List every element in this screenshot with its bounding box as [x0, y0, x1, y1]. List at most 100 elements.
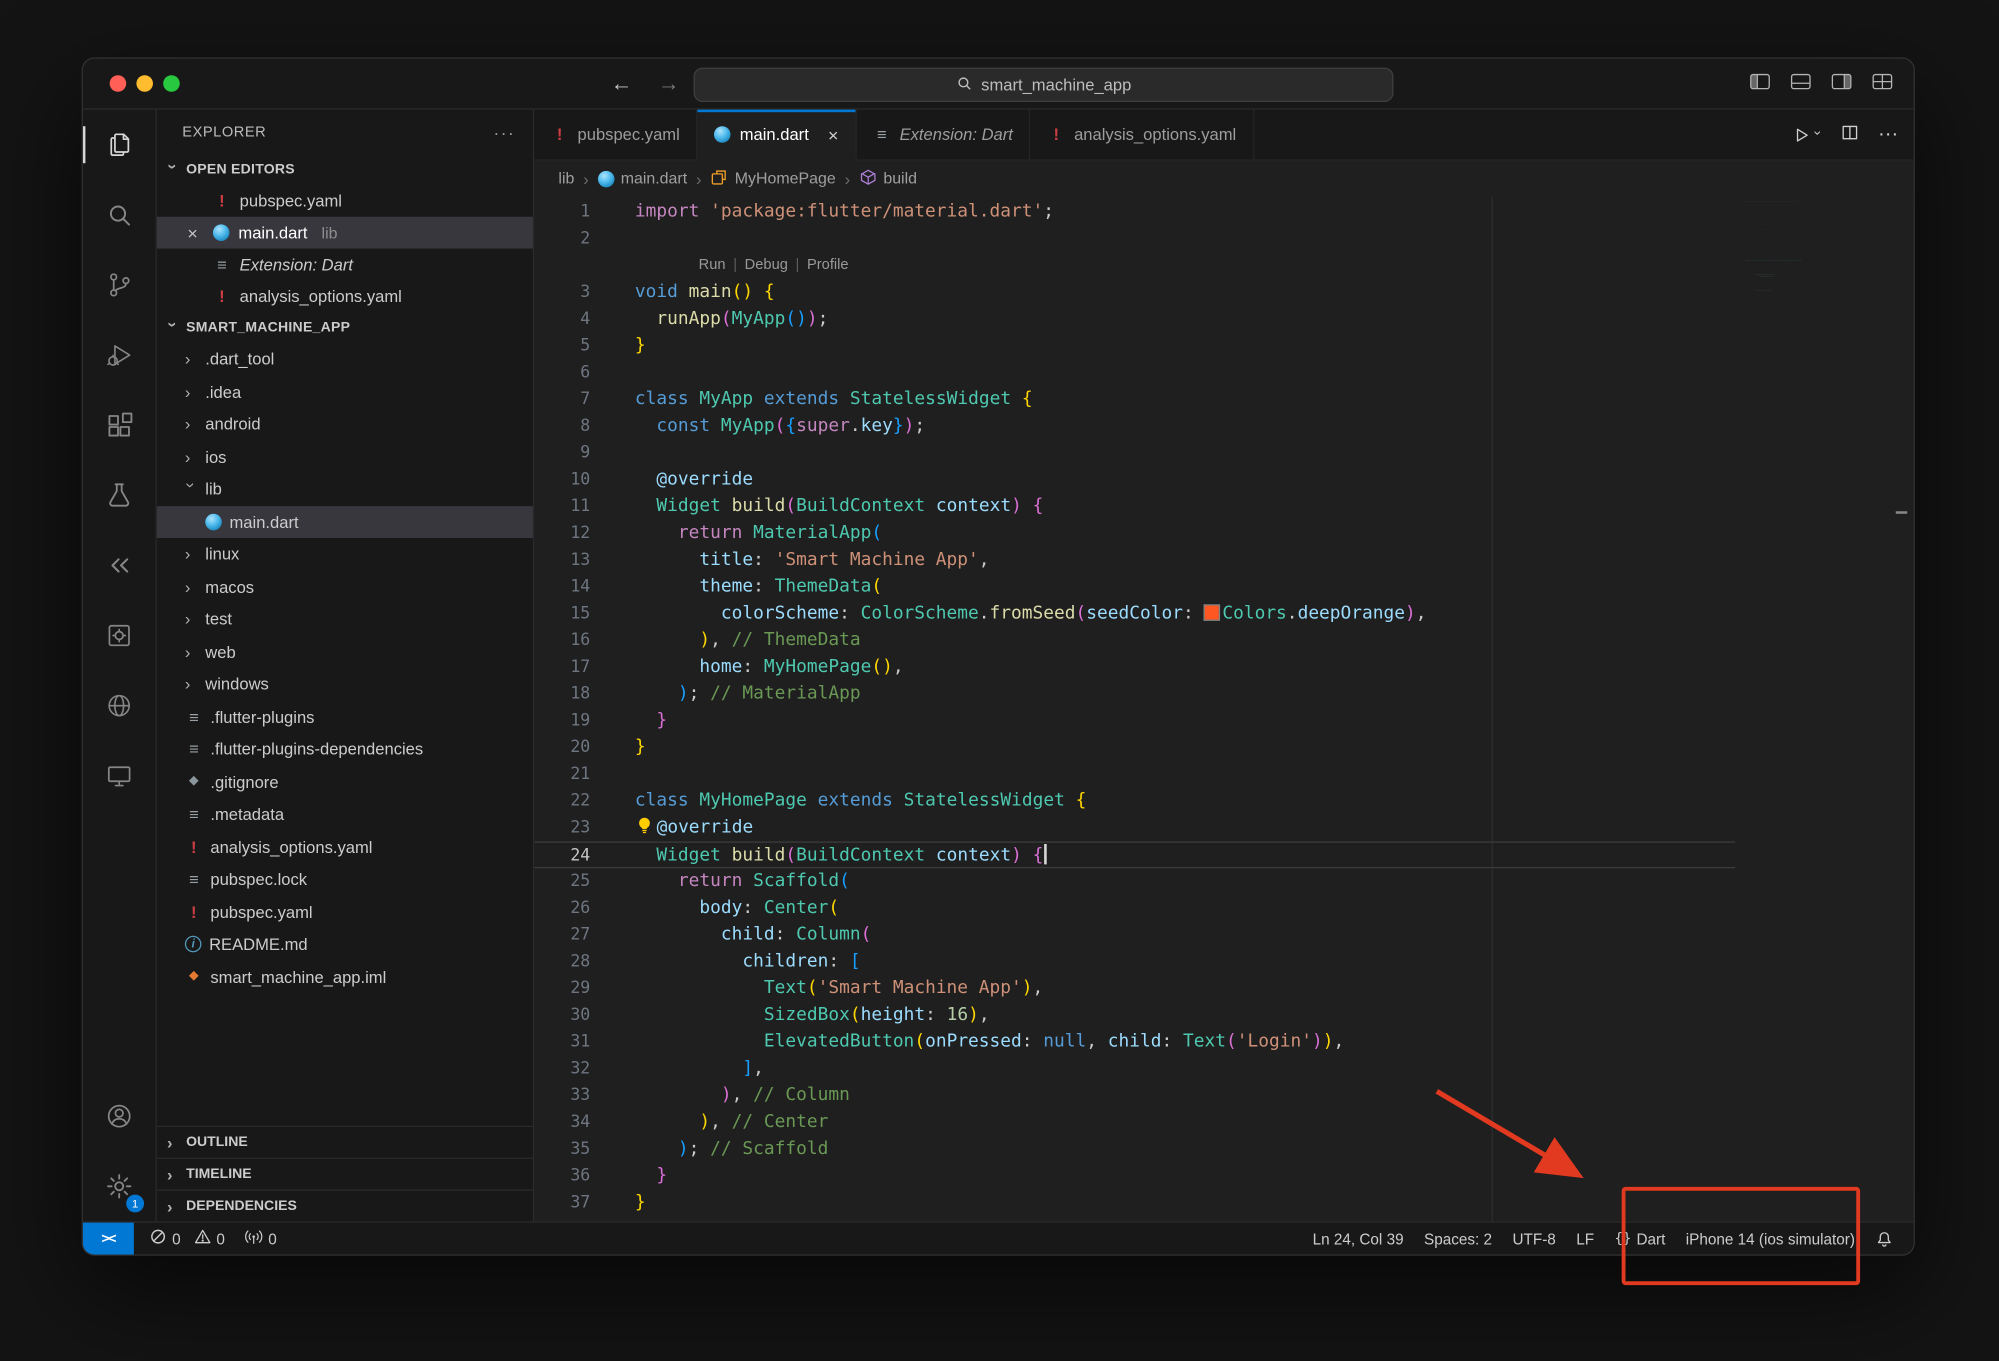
activity-explorer-icon[interactable]	[83, 110, 156, 180]
tree-item-ios[interactable]: ›ios	[157, 440, 533, 473]
notifications-bell-icon[interactable]	[1865, 1223, 1903, 1255]
activity-remote-explorer-icon[interactable]	[83, 741, 156, 811]
code-line[interactable]: 31 ElevatedButton(onPressed: null, child…	[534, 1029, 1913, 1056]
line-number[interactable]: 18	[534, 681, 590, 708]
activity-testing-icon[interactable]	[83, 460, 156, 530]
line-number[interactable]: 28	[534, 949, 590, 976]
code-line[interactable]: 7class MyApp extends StatelessWidget {	[534, 386, 1913, 413]
activity-live-server-icon[interactable]	[83, 671, 156, 741]
line-number[interactable]: 19	[534, 708, 590, 735]
codelens-run-link[interactable]: Run	[699, 252, 726, 279]
tab-extension-dart[interactable]: ≡Extension: Dart	[856, 110, 1031, 160]
toggle-secondary-sidebar-icon[interactable]	[1831, 72, 1853, 96]
line-number[interactable]: 27	[534, 922, 590, 949]
breadcrumb-item-main-dart[interactable]: main.dart	[598, 170, 687, 188]
code-line[interactable]: 10 @override	[534, 467, 1913, 494]
code-line[interactable]: 24 Widget build(BuildContext context) {	[534, 841, 1735, 868]
code-line[interactable]: 37}	[534, 1189, 1913, 1216]
status-encoding[interactable]: UTF-8	[1502, 1223, 1566, 1255]
line-number[interactable]: 14	[534, 574, 590, 601]
activity-project-manager-icon[interactable]	[83, 600, 156, 670]
remote-indicator[interactable]: ><	[83, 1223, 134, 1255]
open-editors-header[interactable]: › OPEN EDITORS	[157, 154, 533, 185]
section-outline[interactable]: ›OUTLINE	[157, 1126, 533, 1158]
code-line[interactable]: 5}	[534, 333, 1913, 360]
problems-status[interactable]: 00	[139, 1223, 235, 1255]
more-actions-icon[interactable]: ···	[493, 122, 515, 142]
code-line[interactable]: 36 }	[534, 1163, 1913, 1190]
line-number[interactable]: 1	[534, 199, 590, 226]
open-editor-item[interactable]: ≡Extension: Dart	[157, 249, 533, 281]
code-line[interactable]: 26 body: Center(	[534, 895, 1913, 922]
tree-item-pubspec-lock[interactable]: ≡pubspec.lock	[157, 863, 533, 896]
code-line[interactable]: 2	[534, 226, 1913, 253]
code-line[interactable]: 19 }	[534, 708, 1913, 735]
code-line[interactable]: 17 home: MyHomePage(),	[534, 654, 1913, 681]
code-line[interactable]: 11 Widget build(BuildContext context) {	[534, 493, 1913, 520]
line-number[interactable]: 26	[534, 895, 590, 922]
activity-settings-icon[interactable]: 1	[83, 1151, 156, 1221]
code-line[interactable]: 23@override	[534, 815, 1913, 842]
customize-layout-icon[interactable]	[1872, 72, 1894, 96]
line-number[interactable]: 11	[534, 493, 590, 520]
line-number[interactable]: 38	[534, 1216, 590, 1221]
code-line[interactable]: 28 children: [	[534, 949, 1913, 976]
line-number[interactable]: 24	[534, 843, 590, 867]
line-number[interactable]: 7	[534, 386, 590, 413]
minimap[interactable]	[1745, 199, 1862, 305]
tree-item-linux[interactable]: ›linux	[157, 538, 533, 571]
section-timeline[interactable]: ›TIMELINE	[157, 1158, 533, 1190]
line-number[interactable]: 2	[534, 226, 590, 253]
tree-item-analysis-options-yaml[interactable]: !analysis_options.yaml	[157, 831, 533, 864]
code-line[interactable]: 1import 'package:flutter/material.dart';	[534, 199, 1913, 226]
project-header[interactable]: › SMART_MACHINE_APP	[157, 312, 533, 343]
code-line[interactable]: 6	[534, 360, 1913, 387]
tree-item--flutter-plugins-dependencies[interactable]: ≡.flutter-plugins-dependencies	[157, 733, 533, 766]
tree-item-web[interactable]: ›web	[157, 636, 533, 669]
color-swatch[interactable]	[1204, 606, 1218, 620]
line-number[interactable]: 36	[534, 1163, 590, 1190]
line-number[interactable]: 12	[534, 520, 590, 547]
line-number[interactable]: 23	[534, 815, 590, 842]
open-editor-item[interactable]: ×main.dartlib	[157, 217, 533, 249]
tree-item--metadata[interactable]: ≡.metadata	[157, 798, 533, 831]
code-line[interactable]: 30 SizedBox(height: 16),	[534, 1002, 1913, 1029]
status-indentation[interactable]: Spaces: 2	[1414, 1223, 1502, 1255]
code-line[interactable]: 3void main() {	[534, 279, 1913, 306]
line-number[interactable]: 13	[534, 547, 590, 574]
code-line[interactable]: 38	[534, 1216, 1913, 1221]
line-number[interactable]: 35	[534, 1136, 590, 1163]
toggle-panel-icon[interactable]	[1790, 72, 1812, 96]
close-button[interactable]	[110, 75, 127, 92]
tree-item-pubspec-yaml[interactable]: !pubspec.yaml	[157, 896, 533, 929]
code-editor[interactable]: 1import 'package:flutter/material.dart';…	[534, 196, 1913, 1221]
line-number[interactable]: 8	[534, 413, 590, 440]
line-number[interactable]: 20	[534, 734, 590, 761]
line-number[interactable]: 22	[534, 788, 590, 815]
line-number[interactable]: 29	[534, 975, 590, 1002]
line-number[interactable]: 37	[534, 1189, 590, 1216]
toggle-primary-sidebar-icon[interactable]	[1749, 72, 1771, 96]
zoom-button[interactable]	[163, 75, 180, 92]
tree-item-main-dart[interactable]: main.dart	[157, 505, 533, 538]
activity-run-debug-icon[interactable]	[83, 320, 156, 390]
more-actions-button[interactable]: ···	[1878, 124, 1898, 147]
line-number[interactable]: 10	[534, 467, 590, 494]
open-editor-item[interactable]: !pubspec.yaml	[157, 185, 533, 217]
line-number[interactable]: 32	[534, 1056, 590, 1083]
line-number[interactable]: 5	[534, 333, 590, 360]
tree-item--idea[interactable]: ›.idea	[157, 375, 533, 408]
code-line[interactable]: 13 title: 'Smart Machine App',	[534, 547, 1913, 574]
code-line[interactable]: 8 const MyApp({super.key});	[534, 413, 1913, 440]
code-line[interactable]: 16 ), // ThemeData	[534, 627, 1913, 654]
tab-analysis-options-yaml[interactable]: !analysis_options.yaml	[1031, 110, 1254, 160]
line-number[interactable]: 17	[534, 654, 590, 681]
lightbulb-icon[interactable]	[635, 816, 654, 835]
section-dependencies[interactable]: ›DEPENDENCIES	[157, 1189, 533, 1221]
code-line[interactable]: 27 child: Column(	[534, 922, 1913, 949]
code-line[interactable]: 34 ), // Center	[534, 1109, 1913, 1136]
tree-item-lib[interactable]: ›lib	[157, 473, 533, 506]
code-line[interactable]: 21	[534, 761, 1913, 788]
activity-extensions-icon[interactable]	[83, 390, 156, 460]
line-number[interactable]: 21	[534, 761, 590, 788]
